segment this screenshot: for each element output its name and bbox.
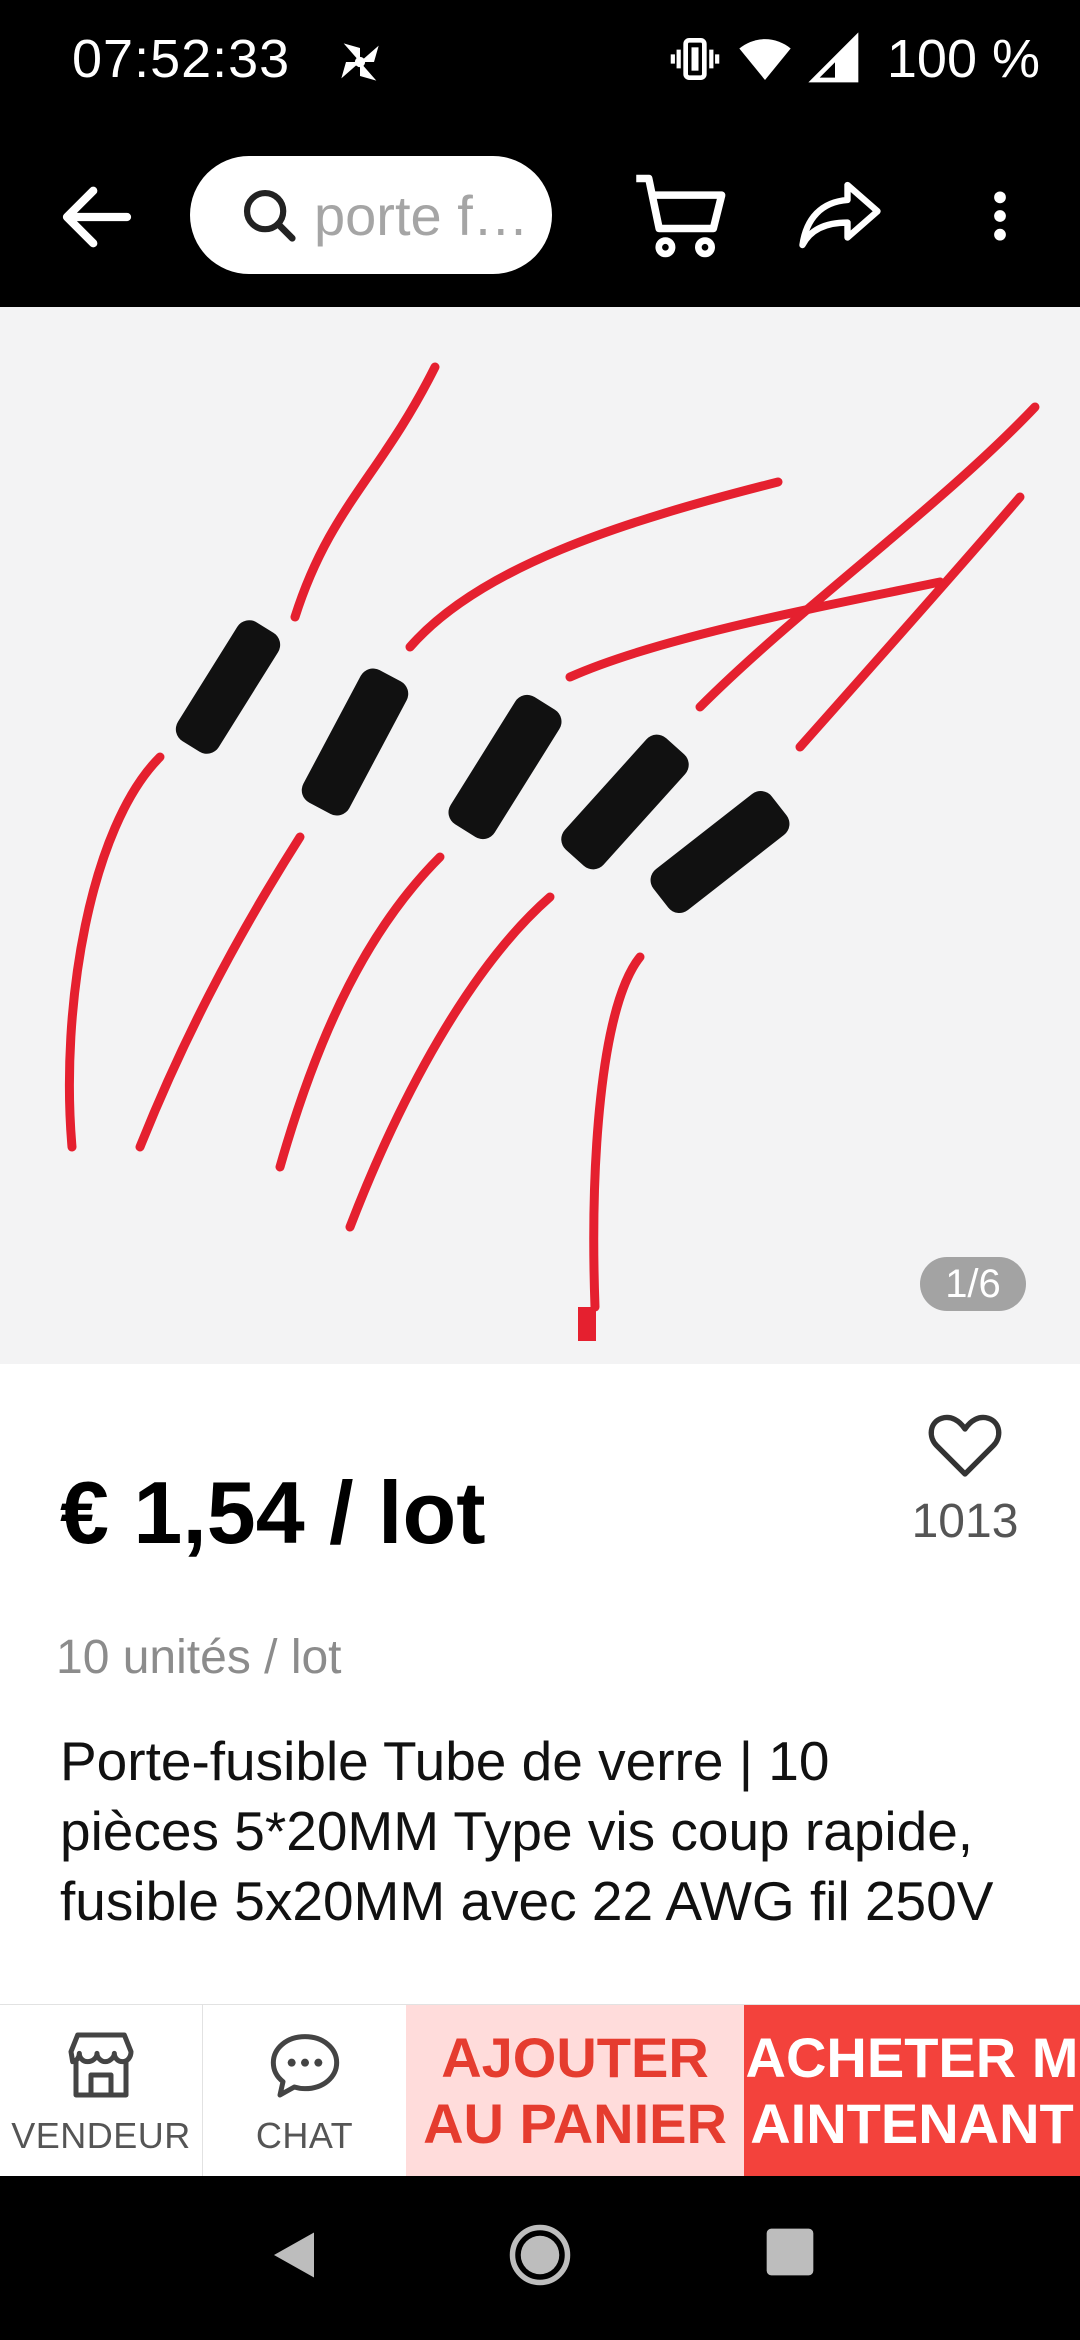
product-image[interactable]: 1/6 (0, 307, 1080, 1364)
heart-icon (928, 1414, 1002, 1477)
notification-pinwheel-icon (341, 43, 379, 81)
vibrate-icon (670, 38, 720, 80)
nav-home-icon[interactable] (507, 2222, 573, 2288)
product-title: Porte-fusible Tube de verre | 10 pièces … (60, 1730, 994, 1932)
buy-now-button[interactable]: ACHETER MAINTENANT (744, 2005, 1080, 2176)
add-to-cart-label: AJOUTER AU PANIER (423, 2025, 727, 2155)
image-counter-badge: 1/6 (920, 1257, 1026, 1311)
cellular-signal-icon (808, 32, 859, 83)
status-time: 07:52:33 (72, 29, 291, 89)
nav-back-icon[interactable] (264, 2220, 324, 2290)
search-input[interactable] (314, 182, 544, 248)
vendor-button[interactable]: VENDEUR (0, 2005, 203, 2177)
chat-bubble-icon (270, 2034, 339, 2098)
wishlist-button[interactable]: 1013 (910, 1404, 1020, 1552)
share-icon[interactable] (790, 170, 890, 260)
app-toolbar (0, 126, 1080, 307)
search-bar[interactable] (190, 156, 552, 274)
nav-recents-icon[interactable] (762, 2224, 818, 2280)
add-to-cart-button[interactable]: AJOUTER AU PANIER (406, 2005, 744, 2176)
units-per-lot: 10 unités / lot (56, 1631, 342, 1684)
cart-icon[interactable] (630, 166, 730, 266)
back-arrow-icon[interactable] (52, 172, 142, 262)
chat-label: CHAT (255, 2115, 354, 2156)
bottom-action-bar: VENDEUR CHAT AJOUTER AU PANIER ACHETER M… (0, 2004, 1080, 2177)
chat-button[interactable]: CHAT (203, 2005, 406, 2177)
status-bar: 07:52:33 100 % (0, 0, 1080, 126)
wifi-icon (739, 39, 791, 80)
store-icon (68, 2032, 134, 2098)
buy-now-label: ACHETER MAINTENANT (745, 2025, 1079, 2155)
more-vert-icon[interactable] (968, 166, 1032, 266)
wishlist-count: 1013 (911, 1495, 1019, 1548)
system-nav-bar (0, 2176, 1080, 2340)
search-icon (243, 189, 296, 242)
fuse-holder-photo (0, 307, 1080, 1364)
battery-percentage: 100 % (886, 29, 1040, 89)
vendor-label: VENDEUR (11, 2115, 191, 2156)
product-price: € 1,54 / lot (60, 1463, 486, 1562)
